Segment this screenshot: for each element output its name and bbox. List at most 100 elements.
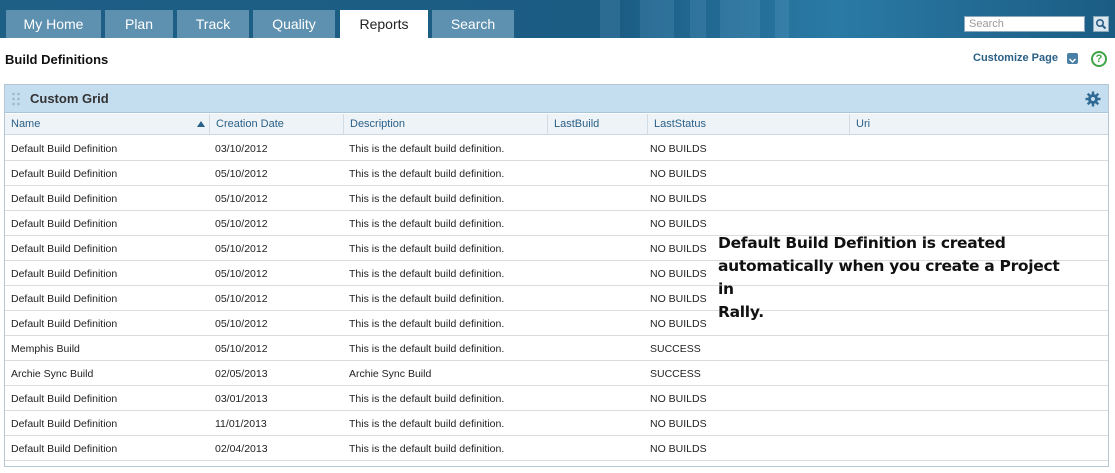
column-header-lastbuild[interactable]: LastBuild <box>548 114 648 135</box>
cell-description: This is the default build definition. <box>349 168 505 180</box>
gear-icon[interactable] <box>1085 91 1101 107</box>
panel-header: Custom Grid <box>5 85 1108 113</box>
cell-name: Default Build Definition <box>11 243 118 255</box>
tab-my-home[interactable]: My Home <box>6 10 101 38</box>
cell-name: Default Build Definition <box>11 193 118 205</box>
cell-uri <box>855 436 1105 460</box>
cell-creation-date: 05/10/2012 <box>215 218 268 230</box>
cell-creation-date: 11/01/2013 <box>215 418 267 430</box>
banner-decoration <box>600 0 620 38</box>
column-header-uri[interactable]: Uri <box>850 114 1108 135</box>
cell-description: Archie Sync Build <box>349 368 432 380</box>
table-row[interactable]: Default Build Definition 02/04/2013 This i… <box>5 436 1108 461</box>
tab-search[interactable]: Search <box>432 10 514 38</box>
tab-quality[interactable]: Quality <box>253 10 335 38</box>
cell-name: Default Build Definition <box>11 443 118 455</box>
panel-title: Custom Grid <box>30 91 109 106</box>
annotation-line: Rally. <box>718 303 764 321</box>
cell-description: This is the default build definition. <box>349 443 505 455</box>
cell-laststatus: NO BUILDS <box>650 443 707 455</box>
banner-decoration <box>690 0 706 38</box>
cell-uri <box>855 411 1105 435</box>
cell-lastbuild <box>553 336 643 360</box>
cell-name: Default Build Definition <box>11 318 118 330</box>
cell-lastbuild <box>553 136 643 160</box>
help-icon[interactable]: ? <box>1091 51 1107 67</box>
annotation-note: Default Build Definition is created auto… <box>718 232 1078 324</box>
cell-description: This is the default build definition. <box>349 418 505 430</box>
cell-uri <box>855 186 1105 210</box>
customize-dropdown-button[interactable] <box>1067 53 1078 64</box>
cell-laststatus: NO BUILDS <box>650 168 707 180</box>
cell-description: This is the default build definition. <box>349 143 505 155</box>
search-input[interactable] <box>964 16 1085 32</box>
cell-laststatus: NO BUILDS <box>650 393 707 405</box>
cell-name: Default Build Definition <box>11 268 118 280</box>
tab-plan[interactable]: Plan <box>105 10 173 38</box>
tab-reports[interactable]: Reports <box>340 10 428 38</box>
table-row[interactable]: Default Build Definition 05/10/2012 This i… <box>5 186 1108 211</box>
cell-description: This is the default build definition. <box>349 218 505 230</box>
cell-description: This is the default build definition. <box>349 193 505 205</box>
cell-laststatus: NO BUILDS <box>650 193 707 205</box>
top-navigation-bar: My Home Plan Track Quality Reports Searc… <box>0 0 1115 38</box>
cell-lastbuild <box>553 236 643 260</box>
cell-lastbuild <box>553 411 643 435</box>
banner-decoration <box>640 0 674 38</box>
cell-name: Default Build Definition <box>11 168 118 180</box>
cell-description: This is the default build definition. <box>349 393 505 405</box>
cell-creation-date: 05/10/2012 <box>215 168 268 180</box>
banner-decoration <box>775 0 789 38</box>
cell-lastbuild <box>553 361 643 385</box>
cell-uri <box>855 161 1105 185</box>
cell-lastbuild <box>553 311 643 335</box>
table-row[interactable]: Archie Sync Build 02/05/2013 Archie Sync B… <box>5 361 1108 386</box>
cell-creation-date: 05/10/2012 <box>215 343 268 355</box>
cell-lastbuild <box>553 286 643 310</box>
column-header-label: Name <box>11 118 41 130</box>
cell-lastbuild <box>553 386 643 410</box>
cell-description: This is the default build definition. <box>349 318 505 330</box>
cell-lastbuild <box>553 186 643 210</box>
cell-lastbuild <box>553 436 643 460</box>
cell-creation-date: 02/04/2013 <box>215 443 268 455</box>
cell-creation-date: 05/10/2012 <box>215 268 268 280</box>
cell-creation-date: 05/10/2012 <box>215 318 268 330</box>
table-row[interactable]: Default Build Definition 11/01/2013 This i… <box>5 411 1108 436</box>
cell-uri <box>855 361 1105 385</box>
cell-laststatus: NO BUILDS <box>650 143 707 155</box>
cell-description: This is the default build definition. <box>349 343 505 355</box>
cell-name: Default Build Definition <box>11 418 118 430</box>
table-row[interactable]: Default Build Definition 03/01/2013 This i… <box>5 386 1108 411</box>
cell-lastbuild <box>553 161 643 185</box>
customize-page-link[interactable]: Customize Page <box>973 52 1058 64</box>
search-button[interactable] <box>1093 16 1109 32</box>
cell-laststatus: NO BUILDS <box>650 418 707 430</box>
sort-ascending-icon <box>197 121 205 127</box>
annotation-line: automatically when you create a Project … <box>718 257 1060 298</box>
cell-name: Archie Sync Build <box>11 368 94 380</box>
cell-description: This is the default build definition. <box>349 243 505 255</box>
cell-name: Memphis Build <box>11 343 80 355</box>
tab-track[interactable]: Track <box>177 10 249 38</box>
cell-name: Default Build Definition <box>11 393 118 405</box>
column-header-name[interactable]: Name <box>5 114 210 135</box>
banner-decoration <box>720 0 760 38</box>
column-header-creation-date[interactable]: Creation Date <box>210 114 344 135</box>
search-icon <box>1095 18 1107 30</box>
cell-uri <box>855 386 1105 410</box>
column-header-laststatus[interactable]: LastStatus <box>648 114 850 135</box>
cell-uri <box>855 336 1105 360</box>
cell-creation-date: 02/05/2013 <box>215 368 268 380</box>
cell-description: This is the default build definition. <box>349 268 505 280</box>
cell-laststatus: SUCCESS <box>650 343 701 355</box>
column-header-description[interactable]: Description <box>344 114 548 135</box>
cell-description: This is the default build definition. <box>349 293 505 305</box>
table-row[interactable]: Memphis Build 05/10/2012 This is the defau… <box>5 336 1108 361</box>
cell-uri <box>855 136 1105 160</box>
drag-handle-icon[interactable] <box>11 91 21 107</box>
table-row[interactable]: Default Build Definition 03/10/2012 This i… <box>5 136 1108 161</box>
cell-creation-date: 03/10/2012 <box>215 143 268 155</box>
page-title: Build Definitions <box>5 52 109 67</box>
table-row[interactable]: Default Build Definition 05/10/2012 This i… <box>5 161 1108 186</box>
